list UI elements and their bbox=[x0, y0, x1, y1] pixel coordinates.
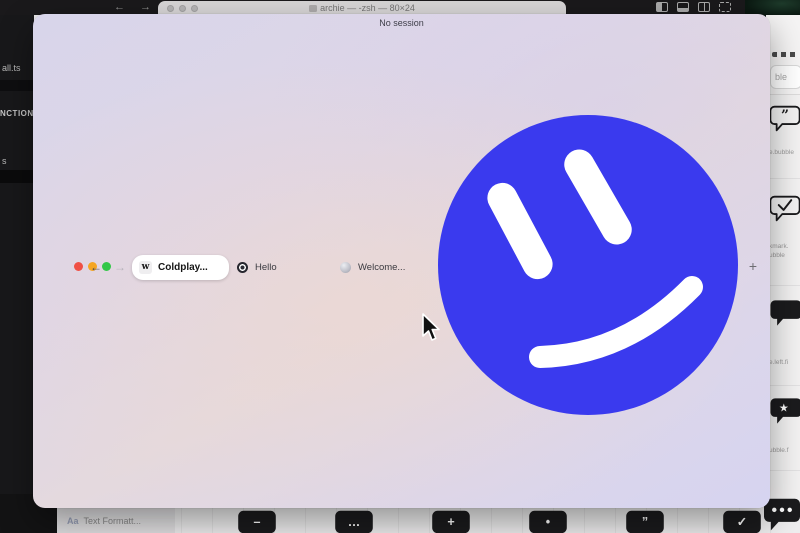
grid-separator bbox=[766, 285, 800, 286]
nav-forward-button[interactable]: → bbox=[112, 259, 128, 275]
editor-item-label[interactable]: s bbox=[0, 156, 34, 166]
editor-divider bbox=[0, 80, 34, 91]
quote-bubble-icon[interactable]: ” bbox=[769, 105, 800, 132]
sidebar-toggle-icon[interactable] bbox=[656, 2, 668, 12]
svg-text:”: ” bbox=[642, 515, 648, 529]
window-layout-controls[interactable] bbox=[656, 2, 731, 12]
svg-text:…: … bbox=[348, 515, 361, 529]
bubble-left-fill-icon[interactable] bbox=[769, 298, 800, 328]
search-input[interactable]: ble bbox=[770, 65, 800, 89]
svg-text:★: ★ bbox=[779, 403, 789, 415]
smiley-face-graphic bbox=[428, 104, 758, 434]
star-bubble-fill-icon[interactable]: ★ bbox=[769, 396, 800, 426]
sidebar-item-text-formatting[interactable]: Aa Text Formatt... bbox=[57, 508, 175, 533]
code-editor-window: all.ts NCTION s bbox=[0, 0, 34, 533]
checkmark-bubble-icon[interactable] bbox=[769, 195, 800, 222]
symbol-name-label: kmark. bbox=[769, 242, 800, 251]
layout-grid-icon[interactable] bbox=[719, 2, 731, 12]
globe-favicon bbox=[340, 262, 351, 273]
tab-label: Coldplay... bbox=[158, 262, 208, 273]
text-format-icon: Aa bbox=[67, 516, 79, 526]
bubble-symbol-icon[interactable]: + bbox=[429, 509, 473, 533]
ring-favicon bbox=[237, 262, 248, 273]
close-button[interactable] bbox=[74, 262, 83, 271]
segmented-control-fragment[interactable] bbox=[772, 52, 798, 57]
svg-text:”: ” bbox=[781, 108, 789, 124]
terminal-document-icon bbox=[309, 5, 317, 12]
symbols-app-right-column: ble ” e.bubble kmark. ubble e.left.fi ★ … bbox=[766, 15, 800, 533]
svg-text:✓: ✓ bbox=[737, 515, 748, 529]
browser-window: No session ← → w Coldplay... Hello Welco… bbox=[33, 14, 770, 508]
split-view-icon[interactable] bbox=[698, 2, 710, 12]
bubble-symbol-icon[interactable]: – bbox=[235, 509, 279, 533]
svg-text:•: • bbox=[546, 515, 550, 529]
bubble-symbol-icon[interactable]: ✓ bbox=[720, 509, 764, 533]
bubble-symbol-icon[interactable]: … bbox=[332, 509, 376, 533]
grid-separator bbox=[766, 385, 800, 386]
tab-label: Welcome... bbox=[358, 262, 405, 273]
terminal-titlebar[interactable]: archie — -zsh — 80×24 bbox=[158, 1, 566, 15]
symbols-toolbar: ble bbox=[766, 15, 800, 95]
bubble-symbol-icon[interactable]: • bbox=[526, 509, 570, 533]
symbol-name-label: e.bubble bbox=[769, 148, 800, 157]
editor-selected-row[interactable] bbox=[0, 170, 34, 183]
tab-hello[interactable]: Hello bbox=[237, 259, 277, 275]
grid-separator bbox=[766, 470, 800, 471]
symbol-name-label: ubble bbox=[769, 251, 800, 260]
svg-text:+: + bbox=[447, 515, 454, 529]
bottom-panel-icon[interactable] bbox=[677, 2, 689, 12]
nav-back-button[interactable]: ← bbox=[88, 259, 104, 275]
bubble-symbol-icon[interactable]: ” bbox=[623, 509, 667, 533]
terminal-window-title: archie — -zsh — 80×24 bbox=[158, 1, 566, 15]
tab-welcome[interactable]: Welcome... bbox=[340, 259, 405, 275]
session-status-label: No session bbox=[33, 18, 770, 28]
editor-section-label: NCTION bbox=[0, 109, 34, 118]
symbol-name-label: ubble.f bbox=[769, 446, 800, 455]
forward-arrow-icon[interactable]: → bbox=[140, 0, 151, 15]
symbols-grid-bottom-row: Aa Text Formatt... – … + • ” ✓ bbox=[57, 508, 800, 533]
symbol-name-label: e.left.fi bbox=[769, 358, 800, 367]
editor-file-label[interactable]: all.ts bbox=[0, 63, 34, 73]
tab-coldplay[interactable]: w Coldplay... bbox=[132, 255, 229, 280]
mouse-cursor bbox=[420, 312, 442, 344]
sidebar-item-label: Text Formatt... bbox=[84, 516, 142, 526]
tab-label: Hello bbox=[255, 262, 277, 273]
w-favicon: w bbox=[139, 261, 152, 274]
svg-text:–: – bbox=[254, 515, 261, 529]
back-arrow-icon[interactable]: ← bbox=[114, 0, 125, 15]
grid-separator bbox=[766, 178, 800, 179]
